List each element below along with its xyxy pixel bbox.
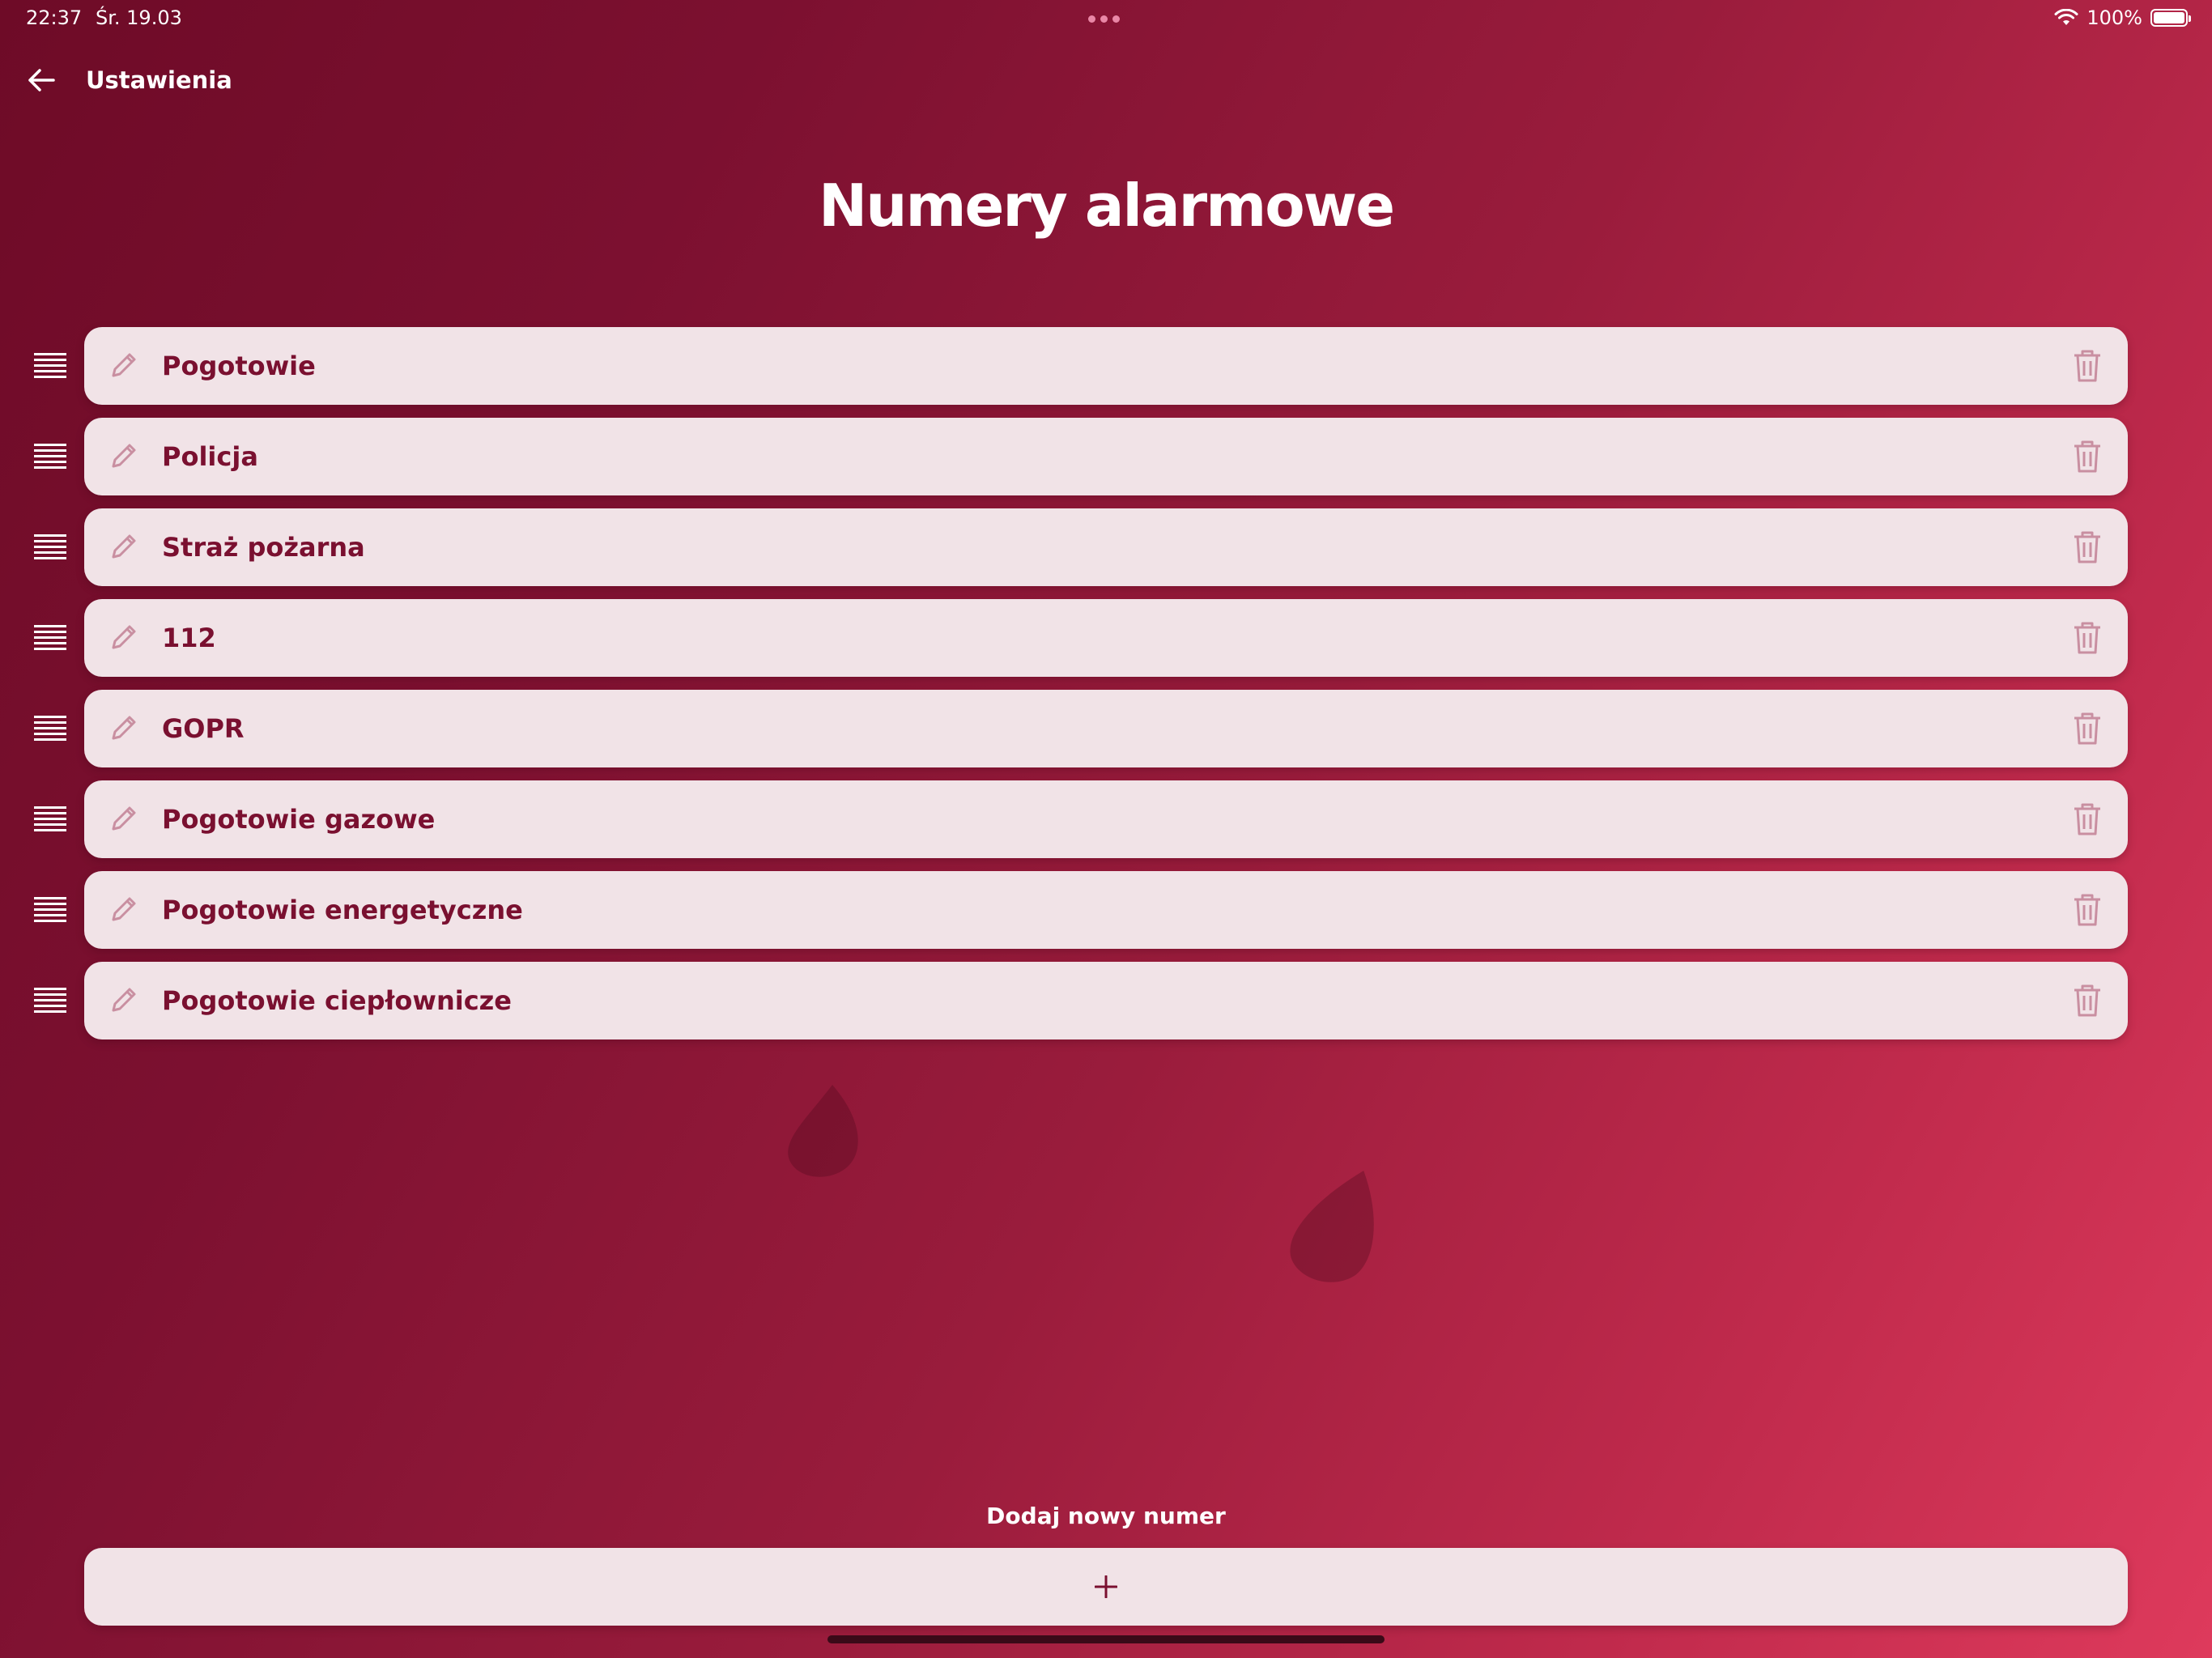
list-item: Policja [0, 418, 2212, 495]
pencil-icon[interactable] [107, 440, 139, 473]
drop-decoration-icon [1290, 1171, 1374, 1282]
number-label: 112 [162, 623, 216, 653]
list-item: 112 [0, 599, 2212, 677]
list-item: Pogotowie gazowe [0, 780, 2212, 858]
drag-handle-icon[interactable] [34, 353, 66, 379]
number-card[interactable]: Straż pożarna [84, 508, 2128, 586]
trash-icon[interactable] [2071, 711, 2104, 746]
multitasking-dots-icon[interactable] [1088, 15, 1120, 23]
pencil-icon[interactable] [107, 622, 139, 654]
add-number-button[interactable] [84, 1548, 2128, 1626]
number-label: Pogotowie energetyczne [162, 895, 523, 925]
drag-handle-icon[interactable] [34, 625, 66, 651]
number-label: GOPR [162, 713, 245, 744]
number-card[interactable]: GOPR [84, 690, 2128, 767]
pencil-icon[interactable] [107, 894, 139, 926]
trash-icon[interactable] [2071, 892, 2104, 928]
status-time: 22:37 [26, 6, 83, 29]
list-item: Pogotowie energetyczne [0, 871, 2212, 949]
number-label: Pogotowie ciepłownicze [162, 985, 512, 1016]
drag-handle-icon[interactable] [34, 988, 66, 1014]
drag-handle-icon[interactable] [34, 444, 66, 470]
add-number-label: Dodaj nowy numer [986, 1503, 1226, 1529]
pencil-icon[interactable] [107, 712, 139, 745]
number-card[interactable]: 112 [84, 599, 2128, 677]
status-bar: 22:37 Śr. 19.03 100% [0, 0, 2212, 39]
trash-icon[interactable] [2071, 439, 2104, 474]
trash-icon[interactable] [2071, 348, 2104, 384]
back-navigation[interactable]: Ustawienia [28, 66, 232, 94]
arrow-left-icon[interactable] [28, 68, 55, 92]
trash-icon[interactable] [2071, 620, 2104, 656]
drag-handle-icon[interactable] [34, 716, 66, 742]
status-right: 100% [2054, 6, 2191, 29]
number-card[interactable]: Policja [84, 418, 2128, 495]
list-item: Straż pożarna [0, 508, 2212, 586]
number-card[interactable]: Pogotowie gazowe [84, 780, 2128, 858]
drag-handle-icon[interactable] [34, 806, 66, 832]
drop-decoration-icon [788, 1085, 858, 1177]
plus-icon [1095, 1575, 1117, 1598]
battery-icon [2150, 9, 2191, 27]
wifi-icon [2054, 9, 2078, 25]
trash-icon[interactable] [2071, 801, 2104, 837]
page-title: Numery alarmowe [818, 172, 1395, 240]
trash-icon[interactable] [2071, 529, 2104, 565]
number-label: Pogotowie gazowe [162, 804, 436, 835]
pencil-icon[interactable] [107, 984, 139, 1017]
drag-handle-icon[interactable] [34, 897, 66, 923]
number-label: Pogotowie [162, 351, 316, 381]
pencil-icon[interactable] [107, 803, 139, 835]
list-item: Pogotowie ciepłownicze [0, 962, 2212, 1039]
battery-percentage: 100% [2087, 6, 2142, 29]
pencil-icon[interactable] [107, 350, 139, 382]
trash-icon[interactable] [2071, 983, 2104, 1018]
number-card[interactable]: Pogotowie [84, 327, 2128, 405]
drag-handle-icon[interactable] [34, 534, 66, 560]
list-item: Pogotowie [0, 327, 2212, 405]
number-card[interactable]: Pogotowie ciepłownicze [84, 962, 2128, 1039]
number-card[interactable]: Pogotowie energetyczne [84, 871, 2128, 949]
status-date: Śr. 19.03 [96, 6, 182, 29]
number-label: Policja [162, 441, 258, 472]
list-item: GOPR [0, 690, 2212, 767]
number-label: Straż pożarna [162, 532, 365, 563]
home-indicator[interactable] [827, 1635, 1385, 1643]
back-label[interactable]: Ustawienia [86, 66, 232, 94]
pencil-icon[interactable] [107, 531, 139, 563]
